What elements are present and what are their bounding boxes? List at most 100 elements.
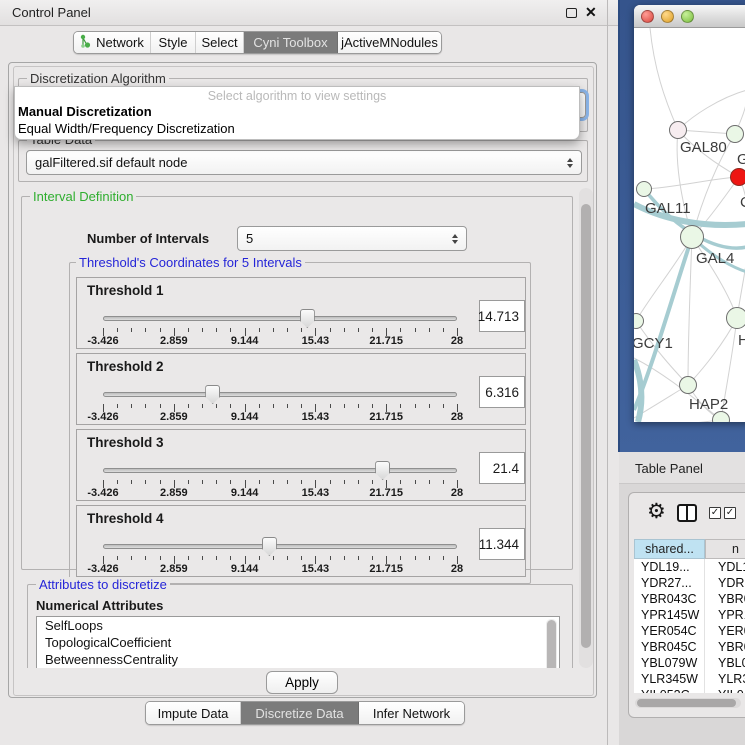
attributes-list-scrollbar-thumb[interactable] bbox=[547, 620, 556, 668]
slider-tick bbox=[358, 480, 359, 484]
table-row[interactable]: YBL079WYBL0 bbox=[634, 655, 745, 671]
cell-shared-name: YDR27... bbox=[634, 575, 705, 591]
zoom-traffic-icon[interactable] bbox=[681, 10, 694, 23]
slider-tick bbox=[372, 480, 373, 484]
tab-impute-data[interactable]: Impute Data bbox=[146, 702, 241, 724]
tab-style[interactable]: Style bbox=[151, 32, 196, 53]
attributes-group-label: Attributes to discretize bbox=[36, 577, 170, 592]
network-canvas[interactable]: GAL80GCGAL11GAL4GCY1HHAP2 bbox=[634, 28, 745, 422]
interval-definition-label: Interval Definition bbox=[30, 189, 136, 204]
tab-label: Select bbox=[201, 35, 237, 50]
table-data-value: galFiltered.sif default node bbox=[35, 155, 187, 170]
network-node-g[interactable] bbox=[726, 125, 744, 143]
network-node-c[interactable] bbox=[730, 168, 745, 186]
node-label: GCY1 bbox=[634, 335, 673, 352]
slider-tick-label: 28 bbox=[451, 563, 463, 575]
settings-scrollbar-thumb[interactable] bbox=[581, 204, 591, 648]
attribute-item-selfloops[interactable]: SelfLoops bbox=[37, 617, 559, 634]
threshold-slider-thumb[interactable] bbox=[300, 309, 315, 328]
threshold-slider-thumb[interactable] bbox=[375, 461, 390, 480]
attribute-item-topologicalcoefficient[interactable]: TopologicalCoefficient bbox=[37, 634, 559, 651]
slider-tick bbox=[429, 556, 430, 560]
slider-tick bbox=[330, 480, 331, 484]
settings-scrollbar[interactable] bbox=[579, 188, 593, 668]
table-row[interactable]: YBR045CYBR0 bbox=[634, 639, 745, 655]
slider-tick-label: 2.859 bbox=[160, 487, 188, 499]
number-of-intervals-label: Number of Intervals bbox=[87, 231, 209, 246]
tab-select[interactable]: Select bbox=[196, 32, 244, 53]
tab-jactivemnodules[interactable]: jActiveMNodules bbox=[338, 32, 441, 53]
threshold-slider-thumb[interactable] bbox=[205, 385, 220, 404]
threshold-slider-track[interactable] bbox=[103, 544, 457, 549]
attributes-list-scrollbar[interactable] bbox=[546, 619, 557, 668]
table-row[interactable]: YLR345WYLR3 bbox=[634, 671, 745, 687]
number-of-intervals-combobox[interactable]: 5 bbox=[237, 226, 467, 251]
network-node[interactable] bbox=[712, 411, 730, 422]
gear-icon[interactable]: ⚙ bbox=[647, 501, 666, 522]
tab-network[interactable]: Network bbox=[74, 32, 151, 53]
threshold-value-field[interactable]: 11.344 bbox=[479, 528, 525, 560]
table-horizontal-scrollbar[interactable] bbox=[635, 698, 741, 708]
table-row[interactable]: YDL19...YDL1 bbox=[634, 559, 745, 575]
float-window-icon[interactable] bbox=[566, 8, 577, 18]
numerical-attributes-list[interactable]: SelfLoopsTopologicalCoefficientBetweenne… bbox=[36, 616, 560, 668]
attribute-item-betweennesscentrality[interactable]: BetweennessCentrality bbox=[37, 651, 559, 668]
cell-shared-name: YBL079W bbox=[634, 655, 705, 671]
menu-item-equal-width-frequency-discretization[interactable]: Equal Width/Frequency Discretization bbox=[15, 120, 579, 137]
panel-splitter[interactable] bbox=[607, 0, 608, 745]
slider-tick bbox=[443, 480, 444, 484]
close-traffic-icon[interactable] bbox=[641, 10, 654, 23]
threshold-slider-thumb[interactable] bbox=[262, 537, 277, 556]
table-row[interactable]: YBR043CYBR0 bbox=[634, 591, 745, 607]
tab-infer-network[interactable]: Infer Network bbox=[359, 702, 464, 724]
network-node-hap2[interactable] bbox=[679, 376, 697, 394]
tab-label: Infer Network bbox=[373, 706, 450, 721]
column-layout-icon[interactable] bbox=[677, 504, 697, 522]
select-all-checkbox-icon[interactable]: ✓ bbox=[709, 507, 721, 519]
slider-tick bbox=[372, 556, 373, 560]
menu-item-manual-discretization[interactable]: Manual Discretization bbox=[15, 103, 579, 120]
tab-label: Style bbox=[159, 35, 188, 50]
network-node-gal11[interactable] bbox=[636, 181, 652, 197]
table-row[interactable]: YPR145WYPR1 bbox=[634, 607, 745, 623]
slider-tick bbox=[358, 404, 359, 408]
table-horizontal-scrollbar-thumb[interactable] bbox=[637, 699, 736, 707]
table-row[interactable]: YDR27...YDR2 bbox=[634, 575, 745, 591]
slider-tick bbox=[415, 556, 416, 560]
slider-tick-label: -3.426 bbox=[87, 411, 118, 423]
threshold-value-field[interactable]: 21.4 bbox=[479, 452, 525, 484]
threshold-slider-track[interactable] bbox=[103, 468, 457, 473]
slider-tick-label: 28 bbox=[451, 335, 463, 347]
settings-scroll-viewport: Interval Definition Number of Intervals … bbox=[14, 185, 578, 668]
network-node-gal4[interactable] bbox=[680, 225, 704, 249]
network-window-titlebar[interactable] bbox=[634, 5, 745, 28]
slider-tick-label: 15.43 bbox=[302, 563, 330, 575]
tab-cyni-toolbox[interactable]: Cyni Toolbox bbox=[244, 32, 338, 53]
threshold-panel-1: Threshold 1-3.4262.8599.14415.4321.71528… bbox=[76, 277, 526, 349]
close-icon[interactable]: ✕ bbox=[585, 4, 597, 21]
threshold-slider-track[interactable] bbox=[103, 316, 457, 321]
table-data-combobox[interactable]: galFiltered.sif default node bbox=[26, 150, 582, 175]
select-checkbox-icon[interactable]: ✓ bbox=[724, 507, 736, 519]
threshold-slider-track[interactable] bbox=[103, 392, 457, 397]
column-header-shared[interactable]: shared... bbox=[634, 539, 705, 559]
column-header-n[interactable]: n bbox=[705, 539, 745, 559]
threshold-value-field[interactable]: 6.316 bbox=[479, 376, 525, 408]
slider-tick bbox=[400, 480, 401, 484]
threshold-label: Threshold 3 bbox=[87, 435, 164, 450]
minimize-traffic-icon[interactable] bbox=[661, 10, 674, 23]
table-panel-header: Table Panel bbox=[619, 452, 745, 484]
network-node-h[interactable] bbox=[726, 307, 745, 329]
threshold-value-field[interactable]: 14.713 bbox=[479, 300, 525, 332]
network-icon bbox=[80, 34, 91, 52]
cell-shared-name: YDL19... bbox=[634, 559, 705, 575]
table-row[interactable]: YER054CYER0 bbox=[634, 623, 745, 639]
network-view-window[interactable]: GAL80GCGAL11GAL4GCY1HHAP2 bbox=[634, 5, 745, 422]
network-node-gal80[interactable] bbox=[669, 121, 687, 139]
slider-tick-label: 21.715 bbox=[369, 335, 403, 347]
tab-discretize-data[interactable]: Discretize Data bbox=[241, 702, 359, 724]
apply-button[interactable]: Apply bbox=[266, 671, 338, 694]
tab-label: Impute Data bbox=[158, 706, 229, 721]
cell-name: YLR3 bbox=[705, 671, 745, 687]
table-row[interactable]: YIL052CYIL0 bbox=[634, 687, 745, 693]
